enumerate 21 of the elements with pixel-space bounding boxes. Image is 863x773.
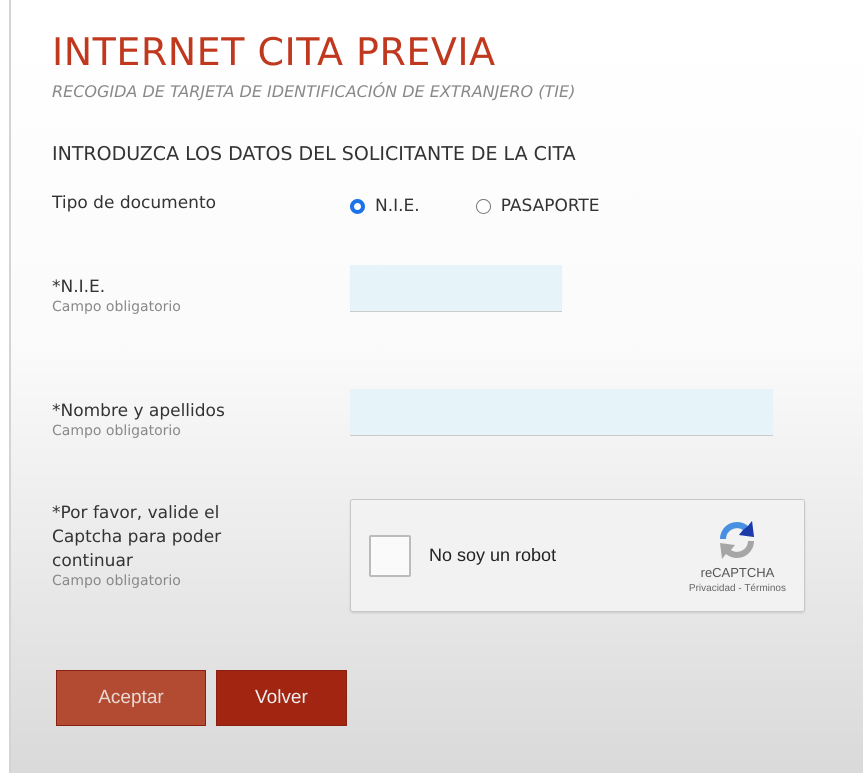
field-label: *Por favor, valide el Captcha para poder continuar: [52, 502, 222, 573]
page-title: INTERNET CITA PREVIA: [52, 30, 497, 74]
input-field[interactable]: [350, 265, 562, 312]
field-label: *N.I.E.: [52, 276, 106, 299]
captcha-links[interactable]: Privacidad - Términos: [688, 583, 786, 594]
field-hint: Campo obligatorio: [52, 573, 181, 589]
field-label: *Nombre y apellidos: [52, 400, 225, 423]
captcha-checkbox[interactable]: [369, 534, 411, 576]
captcha-brand: reCAPTCHA: [700, 565, 774, 580]
radio-label: PASAPORTE: [500, 196, 600, 216]
section-heading: INTRODUZCA LOS DATOS DEL SOLICITANTE DE LA CITA: [52, 143, 577, 165]
page-subtitle: RECOGIDA DE TARJETA DE IDENTIFICACIÓN DE EXTRANJERO (TIE): [52, 82, 576, 101]
back-button[interactable]: Volver: [216, 670, 347, 726]
radio-label: N.I.E.: [375, 196, 420, 216]
field-hint: Campo obligatorio: [52, 423, 181, 439]
input-field[interactable]: [350, 389, 773, 436]
radio-button[interactable]: [350, 198, 365, 214]
field-label: Tipo de documento: [52, 192, 216, 215]
checkbox-label: No soy un robot: [429, 545, 558, 566]
radio-button[interactable]: [476, 198, 491, 214]
field-hint: Campo obligatorio: [52, 299, 181, 315]
